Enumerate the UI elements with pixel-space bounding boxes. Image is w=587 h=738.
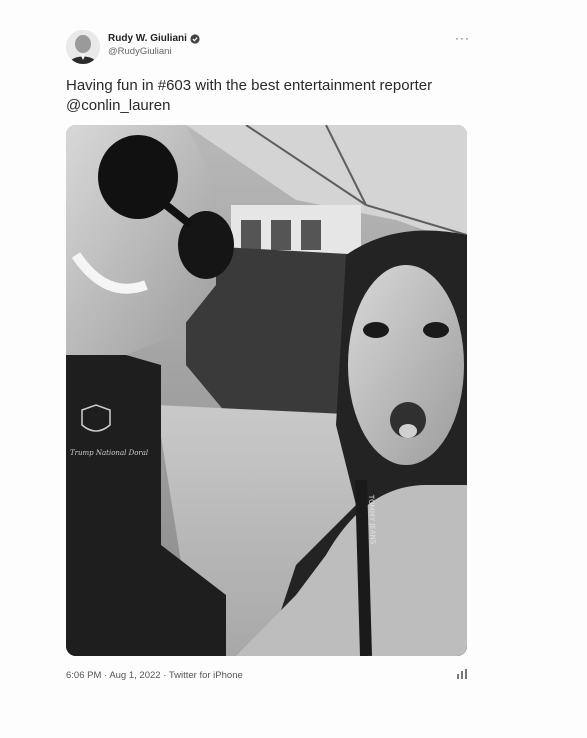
tweet-text: Having fun in #603 with the best enterta… (66, 76, 446, 116)
tweet-date[interactable]: Aug 1, 2022 (109, 670, 160, 681)
tweet-card: Rudy W. Giuliani @RudyGiuliani ··· Havin… (0, 0, 587, 738)
tweet-source: Twitter for iPhone (168, 670, 243, 681)
author-name-text: Rudy W. Giuliani (108, 33, 187, 44)
meta-separator: · (160, 670, 169, 681)
tweet-text-start: Having fun in (66, 77, 158, 94)
mention-link[interactable]: @conlin_lauren (66, 97, 170, 114)
verified-badge-icon (190, 33, 200, 44)
tweet-meta: 6:06 PM · Aug 1, 2022 · Twitter for iPho… (66, 670, 243, 681)
tweet-photo[interactable]: Trump National Doral TOMMY JEANS (66, 125, 467, 656)
author-name[interactable]: Rudy W. Giuliani (108, 33, 200, 44)
shirt-emblem-text: Trump National Doral (70, 449, 148, 457)
hashtag-link[interactable]: #603 (158, 77, 191, 94)
tweet-time[interactable]: 6:06 PM (66, 670, 101, 681)
author-avatar[interactable] (66, 30, 100, 64)
tweet-text-middle: with the best entertainment reporter (191, 77, 433, 94)
author-handle[interactable]: @RudyGiuliani (108, 46, 172, 57)
analytics-icon[interactable] (456, 668, 468, 680)
more-horizontal-icon[interactable]: ··· (455, 31, 470, 45)
